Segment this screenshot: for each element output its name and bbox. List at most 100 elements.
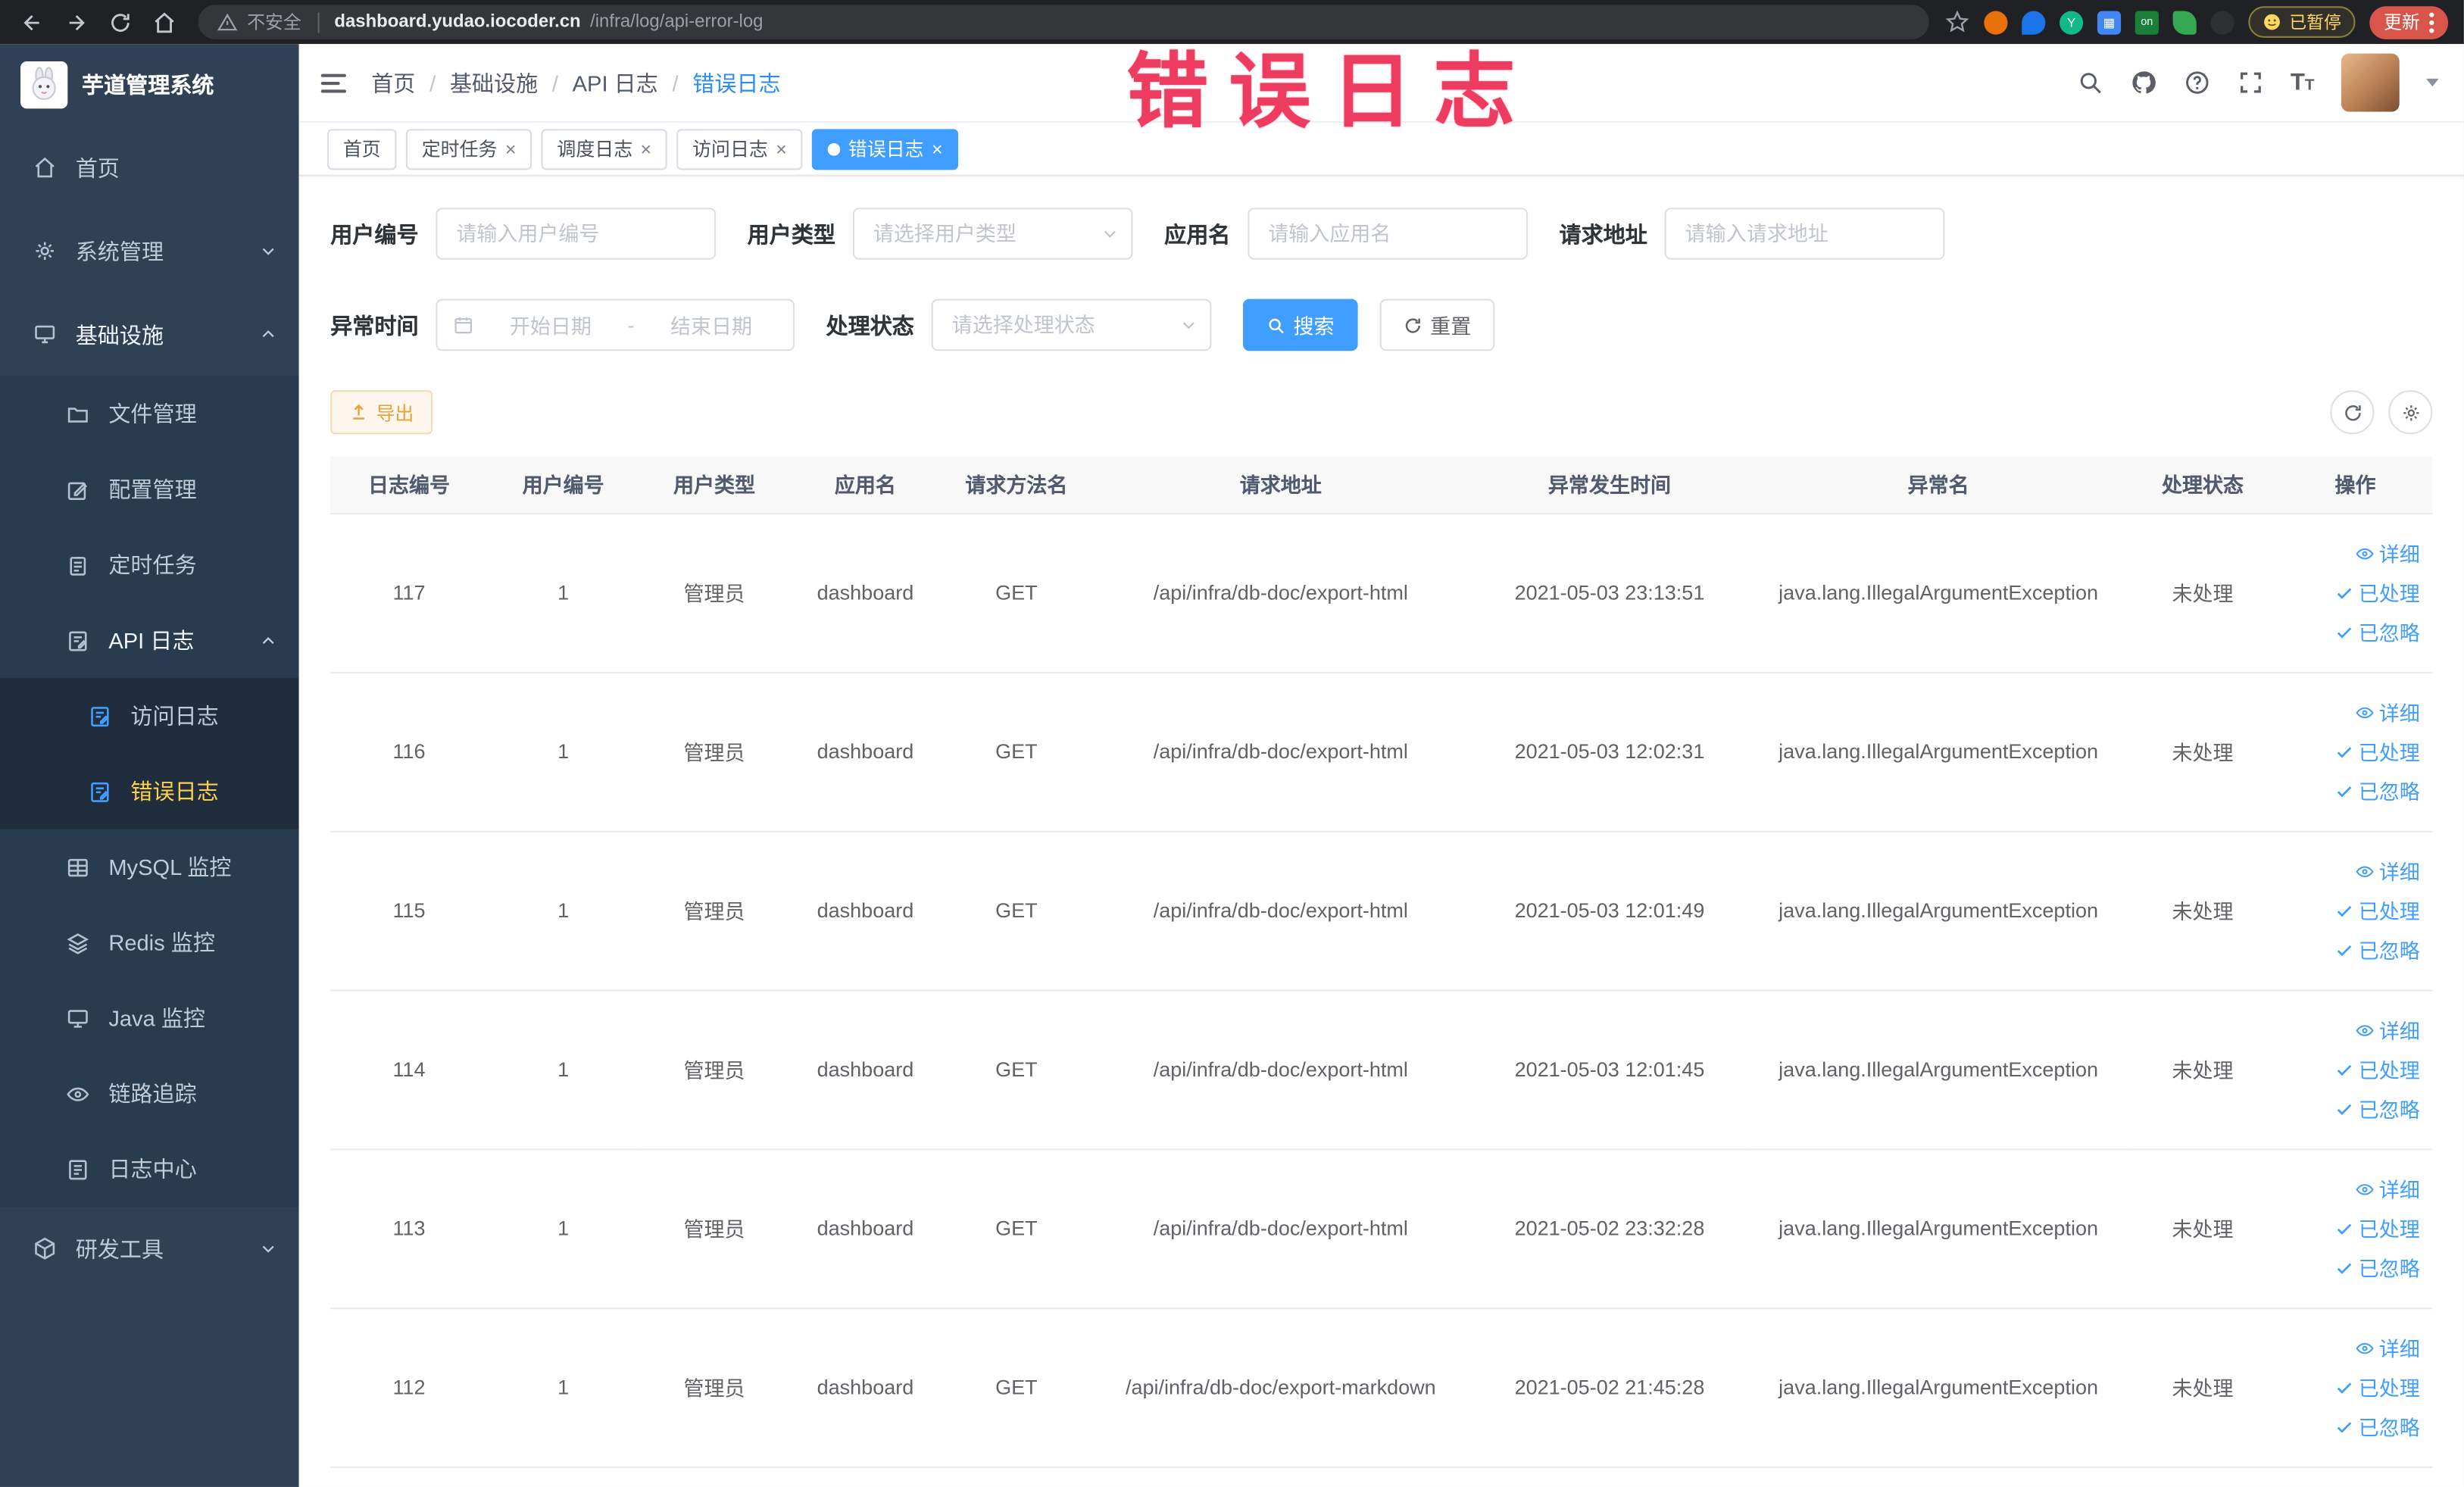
eye-icon	[2356, 1024, 2374, 1036]
fullscreen-icon[interactable]	[2237, 69, 2263, 95]
export-button[interactable]: 导出	[330, 390, 433, 435]
sidebar-item-scheduled-jobs[interactable]: 定时任务	[0, 527, 299, 603]
tag-scheduled-jobs[interactable]: 定时任务 ×	[405, 128, 532, 170]
sidebar-item-access-log[interactable]: 访问日志	[0, 678, 299, 754]
paused-extension-badge[interactable]: 已暂停	[2248, 6, 2356, 38]
menu-label: 定时任务	[108, 552, 197, 578]
mark-ignored-label: 已忽略	[2358, 939, 2420, 964]
tag-schedule-log[interactable]: 调度日志 ×	[541, 128, 667, 170]
mark-processed-link[interactable]: 已处理	[2335, 577, 2420, 607]
cell-user-type: 管理员	[639, 1148, 790, 1309]
extension-icon-grid[interactable]: ▦	[2097, 10, 2122, 34]
refresh-table-button[interactable]	[2330, 390, 2375, 435]
mark-processed-link[interactable]: 已处理	[2335, 1054, 2420, 1084]
extension-icon-blue-drop[interactable]	[2022, 10, 2046, 34]
forward-button[interactable]	[57, 3, 95, 41]
breadcrumb-item[interactable]: 首页	[371, 67, 415, 98]
back-button[interactable]	[13, 3, 51, 41]
user-avatar[interactable]	[2341, 53, 2400, 112]
reload-button[interactable]	[101, 3, 139, 41]
reload-icon	[111, 13, 129, 31]
table-toolbar: 导出	[330, 390, 2433, 435]
col-user-type: 用户类型	[639, 456, 790, 514]
update-chrome-button[interactable]: 更新	[2369, 5, 2449, 39]
search-icon[interactable]	[2076, 69, 2103, 95]
refresh-icon	[2344, 405, 2360, 420]
mark-processed-link[interactable]: 已处理	[2335, 736, 2420, 766]
app-name-input[interactable]	[1248, 208, 1528, 260]
col-user-id: 用户编号	[487, 456, 639, 514]
user-type-select[interactable]	[852, 208, 1133, 260]
tag-access-log[interactable]: 访问日志 ×	[676, 128, 803, 170]
github-icon[interactable]	[2130, 69, 2156, 95]
cell-status: 未处理	[2127, 1148, 2278, 1309]
reset-button[interactable]: 重置	[1379, 298, 1495, 351]
mark-processed-link[interactable]: 已处理	[2335, 1214, 2420, 1243]
request-url-input[interactable]	[1664, 208, 1945, 260]
sidebar-item-system[interactable]: 系统管理	[0, 209, 299, 292]
mark-ignored-link[interactable]: 已忽略	[2335, 1094, 2420, 1123]
sidebar-item-java-monitor[interactable]: Java 监控	[0, 980, 299, 1056]
process-status-select[interactable]	[931, 298, 1212, 351]
cell-user-id: 1	[487, 989, 639, 1150]
avatar-caret-icon[interactable]	[2426, 78, 2439, 87]
mark-ignored-link[interactable]: 已忽略	[2335, 1252, 2420, 1282]
cell-status: 未处理	[2127, 1307, 2278, 1467]
cell-user-type: 管理员	[639, 513, 790, 673]
tag-label: 错误日志	[848, 138, 924, 161]
mark-ignored-link[interactable]: 已忽略	[2335, 935, 2420, 964]
column-settings-button[interactable]	[2388, 390, 2433, 435]
edit-square-icon	[67, 481, 88, 499]
sidebar-item-error-log[interactable]: 错误日志	[0, 754, 299, 829]
mark-processed-link[interactable]: 已处理	[2335, 1372, 2420, 1401]
sidebar-item-config-manage[interactable]: 配置管理	[0, 451, 299, 527]
col-actions: 操作	[2278, 456, 2433, 514]
cell-status: 未处理	[2127, 671, 2278, 832]
help-icon[interactable]	[2184, 69, 2210, 95]
collapse-sidebar-button[interactable]	[320, 73, 346, 92]
search-button[interactable]: 搜索	[1242, 298, 1358, 351]
home-button[interactable]	[145, 3, 183, 41]
sidebar-item-api-log[interactable]: API 日志	[0, 603, 299, 679]
sidebar-item-tracing[interactable]: 链路追踪	[0, 1056, 299, 1132]
tag-home[interactable]: 首页	[327, 128, 397, 170]
sidebar-item-file-manage[interactable]: 文件管理	[0, 376, 299, 451]
date-range-picker[interactable]: 开始日期 - 结束日期	[436, 298, 795, 351]
sidebar-item-dev-tools[interactable]: 研发工具	[0, 1207, 299, 1290]
extension-icon-leaf[interactable]	[2172, 10, 2197, 34]
font-size-icon[interactable]: TT	[2291, 70, 2315, 94]
mark-ignored-link[interactable]: 已忽略	[2335, 617, 2420, 646]
sidebar-item-log-center[interactable]: 日志中心	[0, 1132, 299, 1207]
chrome-menu-icon[interactable]	[2429, 11, 2434, 33]
mark-ignored-link[interactable]: 已忽略	[2335, 1411, 2420, 1441]
breadcrumb-item[interactable]: API 日志	[573, 67, 658, 98]
detail-link[interactable]: 详细	[2356, 1015, 2420, 1045]
sidebar-item-infra[interactable]: 基础设施	[0, 292, 299, 376]
cell-log-id: 112	[330, 1307, 488, 1467]
extension-icon-green-circle[interactable]: Y	[2060, 10, 2084, 34]
mark-processed-link[interactable]: 已处理	[2335, 895, 2420, 925]
detail-link[interactable]: 详细	[2356, 1332, 2420, 1362]
extension-icon-orange[interactable]	[1984, 10, 2008, 34]
sidebar-item-redis-monitor[interactable]: Redis 监控	[0, 904, 299, 980]
close-icon[interactable]: ×	[776, 139, 787, 158]
sidebar-item-mysql-monitor[interactable]: MySQL 监控	[0, 829, 299, 905]
detail-link[interactable]: 详细	[2356, 1174, 2420, 1204]
detail-link[interactable]: 详细	[2356, 538, 2420, 567]
sidebar-logo[interactable]: 芋道管理系统	[0, 44, 299, 126]
address-bar[interactable]: 不安全 dashboard.yudao.iocoder.cn/infra/log…	[198, 5, 1929, 39]
user-id-input[interactable]	[436, 208, 717, 260]
breadcrumb-item[interactable]: 基础设施	[450, 67, 538, 98]
sidebar-item-home[interactable]: 首页	[0, 126, 299, 209]
extension-icon-on-badge[interactable]: on	[2135, 10, 2159, 34]
detail-link[interactable]: 详细	[2356, 856, 2420, 886]
extension-icon-paw[interactable]	[2210, 10, 2234, 34]
mark-ignored-link[interactable]: 已忽略	[2335, 776, 2420, 805]
bookmark-star-icon[interactable]	[1944, 9, 1969, 34]
close-icon[interactable]: ×	[932, 139, 943, 158]
detail-link-label: 详细	[2378, 1337, 2420, 1361]
close-icon[interactable]: ×	[641, 139, 652, 158]
close-icon[interactable]: ×	[505, 139, 517, 158]
detail-link[interactable]: 详细	[2356, 697, 2420, 726]
tag-error-log[interactable]: 错误日志 ×	[812, 128, 959, 170]
